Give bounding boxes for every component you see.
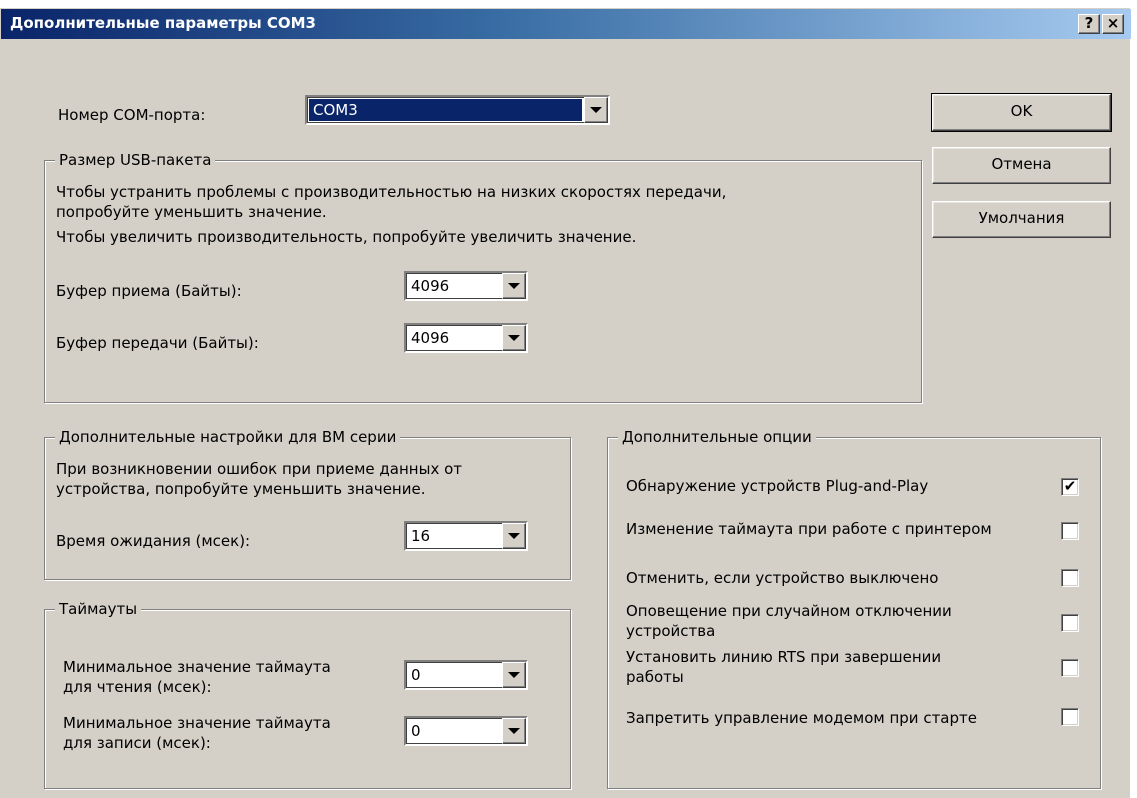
write-timeout-label-line2: для записи (мсек): (63, 734, 211, 752)
option-checkbox[interactable]: ✔ (1061, 477, 1079, 496)
option-checkbox[interactable] (1061, 569, 1079, 587)
bm-settings-group: Дополнительные настройки для BM серии Пр… (44, 427, 571, 580)
usb-packet-group: Размер USB-пакета Чтобы устранить пробле… (44, 150, 922, 403)
write-timeout-value: 0 (411, 722, 421, 740)
write-timeout-label-line1: Минимальное значение таймаута (63, 714, 331, 732)
options-group-title: Дополнительные опции (618, 427, 816, 447)
rx-buffer-dropdown-button[interactable] (502, 273, 526, 299)
latency-label: Время ожидания (мсек): (56, 532, 251, 550)
option-checkbox[interactable] (1061, 659, 1079, 677)
rx-buffer-value: 4096 (411, 277, 450, 295)
options-group: Дополнительные опции Обнаружение устройс… (607, 427, 1101, 789)
option-label: Обнаружение устройств Plug-and-Play (626, 477, 929, 495)
chevron-down-icon (508, 533, 520, 539)
timeouts-group-title: Таймауты (55, 599, 142, 619)
bm-settings-desc-line2: устройства, попробуйте уменьшить значени… (56, 480, 426, 498)
option-checkbox[interactable] (1061, 522, 1079, 540)
usb-packet-desc-line1: Чтобы устранить проблемы с производитель… (56, 183, 727, 201)
com-port-select[interactable]: COM3 (305, 95, 610, 125)
chevron-down-icon (508, 335, 520, 341)
chevron-down-icon (590, 107, 602, 113)
option-label-line1: Установить линию RTS при завершении (626, 648, 942, 666)
option-label: Изменение таймаута при работе с принтеро… (626, 520, 992, 538)
com-port-value: COM3 (309, 99, 582, 121)
latency-value: 16 (411, 527, 431, 545)
option-checkbox[interactable] (1061, 708, 1079, 726)
close-icon: × (1106, 14, 1120, 32)
bm-settings-desc-line1: При возникновении ошибок при приеме данн… (56, 460, 463, 478)
com-port-dropdown-button[interactable] (584, 97, 608, 123)
option-label-line1: Оповещение при случайном отключении (626, 602, 952, 620)
help-icon: ? (1084, 14, 1094, 32)
read-timeout-select[interactable]: 0 (404, 660, 528, 690)
read-timeout-value: 0 (411, 666, 421, 684)
tx-buffer-select[interactable]: 4096 (404, 323, 528, 353)
chevron-down-icon (508, 672, 520, 678)
defaults-button[interactable]: Умолчания (932, 201, 1111, 238)
title-bar[interactable]: Дополнительные параметры COM3 ? × (1, 9, 1131, 39)
usb-packet-desc-line2: попробуйте уменьшить значение. (56, 203, 327, 221)
usb-packet-group-title: Размер USB-пакета (55, 150, 216, 170)
write-timeout-select[interactable]: 0 (404, 716, 528, 746)
option-label: Запретить управление модемом при старте (626, 709, 977, 727)
rx-buffer-label: Буфер приема (Байты): (56, 282, 242, 300)
ok-button[interactable]: OK (931, 93, 1112, 132)
option-label-line2: устройства (626, 622, 716, 640)
com-port-label: Номер COM-порта: (58, 106, 206, 124)
read-timeout-label-line1: Минимальное значение таймаута (63, 658, 331, 676)
latency-dropdown-button[interactable] (502, 523, 526, 549)
option-label: Отменить, если устройство выключено (626, 569, 939, 587)
tx-buffer-dropdown-button[interactable] (502, 325, 526, 351)
chevron-down-icon (508, 283, 520, 289)
close-button[interactable]: × (1102, 14, 1124, 34)
bm-settings-group-title: Дополнительные настройки для BM серии (55, 427, 401, 447)
timeouts-group: Таймауты Минимальное значение таймаута д… (44, 599, 571, 789)
help-button[interactable]: ? (1078, 14, 1100, 34)
rx-buffer-select[interactable]: 4096 (404, 271, 528, 301)
write-timeout-dropdown-button[interactable] (502, 718, 526, 744)
cancel-button[interactable]: Отмена (932, 147, 1111, 184)
read-timeout-dropdown-button[interactable] (502, 662, 526, 688)
advanced-settings-dialog: Дополнительные параметры COM3 ? × Номер … (0, 8, 1131, 798)
usb-packet-desc-line3: Чтобы увеличить производительность, попр… (56, 228, 637, 246)
latency-select[interactable]: 16 (404, 521, 528, 551)
chevron-down-icon (508, 728, 520, 734)
option-checkbox[interactable] (1061, 614, 1079, 632)
option-label-line2: работы (626, 668, 684, 686)
checkmark-icon: ✔ (1063, 477, 1077, 495)
tx-buffer-value: 4096 (411, 329, 450, 347)
tx-buffer-label: Буфер передачи (Байты): (56, 334, 259, 352)
read-timeout-label-line2: для чтения (мсек): (63, 678, 212, 696)
window-title: Дополнительные параметры COM3 (10, 14, 316, 32)
